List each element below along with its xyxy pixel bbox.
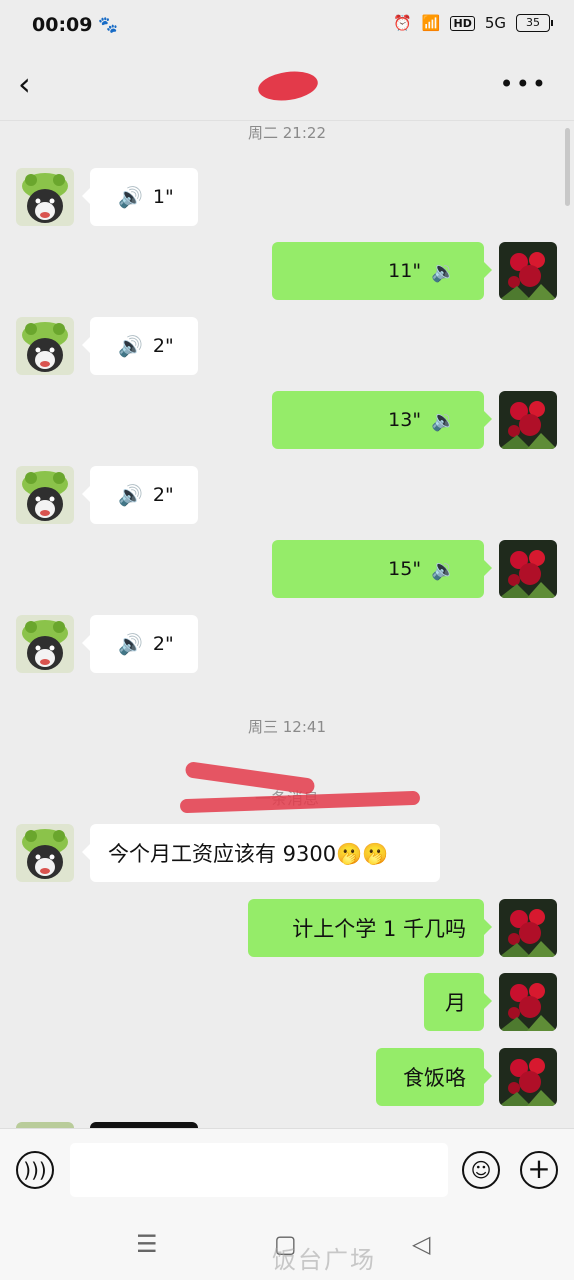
voice-message[interactable]: 11" 🔉 [272, 242, 492, 300]
voice-duration: 1" [152, 186, 174, 208]
message-text: 食饭咯 [403, 1066, 466, 1090]
chat-messages[interactable]: 周二 21:22 🔊 1" 11" 🔉 🔊 2" 13" 🔉 🔊 2" 15" … [0, 120, 574, 1128]
user-avatar[interactable] [499, 391, 557, 449]
voice-wave-icon: 🔉 [431, 259, 456, 283]
menu-icon[interactable]: ☰ [136, 1230, 158, 1258]
message-row: 食饭咯 [0, 1048, 574, 1106]
dog-avatar-icon [16, 168, 74, 226]
paw-icon: 🐾 [98, 15, 118, 34]
contact-avatar[interactable] [16, 317, 74, 375]
voice-duration: 2" [152, 335, 174, 357]
voice-message[interactable]: 🔊 2" [82, 615, 198, 673]
message-row: 月 [0, 973, 574, 1031]
user-avatar[interactable] [499, 540, 557, 598]
back-arrow-icon[interactable]: ‹ [18, 68, 31, 100]
redacted-contact-name [256, 67, 320, 105]
voice-message[interactable]: 13" 🔉 [272, 391, 492, 449]
text-message[interactable]: 计上个学 1 千几吗 [248, 899, 492, 957]
message-row: 🔊 2" [0, 317, 574, 375]
contact-avatar[interactable] [16, 824, 74, 882]
emoji-icon[interactable]: ☺ [462, 1151, 500, 1189]
voice-duration: 15" [388, 558, 422, 580]
chat-header: ‹ ••• [0, 52, 574, 121]
voice-duration: 2" [152, 484, 174, 506]
message-row: 🔊 2" [0, 615, 574, 673]
voice-input-icon[interactable]: ))) [16, 1151, 54, 1189]
battery-indicator: 35 [516, 14, 553, 32]
status-bar: 00:09 🐾 ⏰ 📶 HD 5G 35 [0, 0, 574, 52]
voice-duration: 2" [152, 633, 174, 655]
system-navigation-bar: ☰ ▢ ◁ 饭台广场 [0, 1212, 574, 1280]
contact-avatar[interactable] [16, 615, 74, 673]
text-message[interactable]: 食饭咯 [376, 1048, 492, 1106]
voice-wave-icon: 🔊 [118, 334, 143, 358]
message-row: 🔊 1" [0, 168, 574, 226]
status-time: 00:09 [32, 14, 93, 36]
message-row: 计上个学 1 千几吗 [0, 899, 574, 957]
user-avatar[interactable] [499, 1048, 557, 1106]
status-icons: ⏰ 📶 HD 5G 35 [393, 14, 553, 32]
plus-icon[interactable]: + [520, 1151, 558, 1189]
timestamp: 周二 21:22 [248, 124, 326, 142]
network-label: 5G [484, 14, 506, 32]
message-row: 🔊 2" [0, 466, 574, 524]
flower-avatar-icon [499, 540, 557, 598]
wifi-icon: 📶 [421, 14, 441, 32]
voice-duration: 13" [388, 409, 422, 431]
back-triangle-icon[interactable]: ◁ [412, 1230, 430, 1258]
alarm-icon: ⏰ [393, 14, 412, 32]
message-row: 今个月工资应该有 9300🫢🫢 [0, 824, 574, 882]
voice-message[interactable]: 🔊 1" [82, 168, 198, 226]
voice-message[interactable]: 🔊 2" [82, 466, 198, 524]
message-input-bar: ))) ☺ + [0, 1128, 574, 1213]
flower-avatar-icon [499, 242, 557, 300]
message-row: 13" 🔉 [0, 391, 574, 449]
voice-wave-icon: 🔉 [431, 557, 456, 581]
voice-wave-icon: 🔊 [118, 185, 143, 209]
watermark: 饭台广场 [272, 1246, 376, 1274]
contact-avatar[interactable] [16, 168, 74, 226]
flower-avatar-icon [499, 391, 557, 449]
user-avatar[interactable] [499, 899, 557, 957]
dog-avatar-icon [16, 317, 74, 375]
message-row: 15" 🔉 [0, 540, 574, 598]
voice-wave-icon: 🔉 [431, 408, 456, 432]
hd-badge: HD [450, 15, 475, 31]
flower-avatar-icon [499, 899, 557, 957]
text-message[interactable]: 今个月工资应该有 9300🫢🫢 [82, 824, 440, 882]
user-avatar[interactable] [499, 242, 557, 300]
voice-wave-icon: 🔊 [118, 483, 143, 507]
message-text: 计上个学 1 千几吗 [292, 917, 466, 941]
message-text: 月 [445, 991, 466, 1015]
more-icon[interactable]: ••• [500, 70, 548, 98]
message-row: 11" 🔉 [0, 242, 574, 300]
user-avatar[interactable] [499, 973, 557, 1031]
message-input[interactable] [70, 1143, 448, 1197]
timestamp: 周三 12:41 [248, 718, 326, 736]
flower-avatar-icon [499, 1048, 557, 1106]
message-text: 今个月工资应该有 9300🫢🫢 [108, 842, 389, 866]
text-message[interactable]: 月 [424, 973, 492, 1031]
dog-avatar-icon [16, 824, 74, 882]
contact-avatar[interactable] [16, 466, 74, 524]
voice-wave-icon: 🔊 [118, 632, 143, 656]
voice-duration: 11" [388, 260, 422, 282]
dog-avatar-icon [16, 466, 74, 524]
voice-message[interactable]: 🔊 2" [82, 317, 198, 375]
dog-avatar-icon [16, 615, 74, 673]
voice-message[interactable]: 15" 🔉 [272, 540, 492, 598]
flower-avatar-icon [499, 973, 557, 1031]
